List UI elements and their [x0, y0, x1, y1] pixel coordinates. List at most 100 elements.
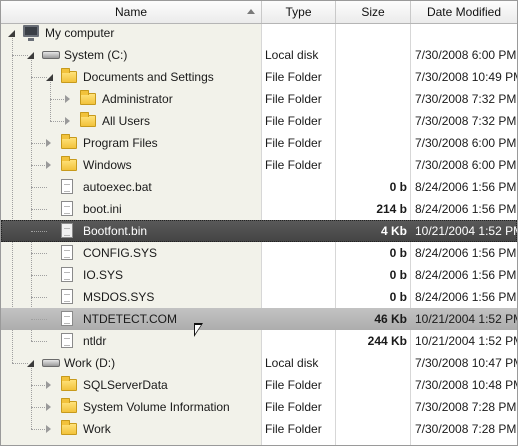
tree-row[interactable]: boot.ini 214 b 8/24/2006 1:56 PM — [1, 198, 517, 220]
item-size: 0 b — [389, 246, 407, 260]
item-name: autoexec.bat — [83, 180, 152, 194]
sort-ascending-icon — [247, 9, 255, 14]
item-type: File Folder — [265, 400, 322, 414]
item-date-modified: 8/24/2006 1:56 PM — [415, 268, 517, 282]
item-name: IO.SYS — [83, 268, 124, 282]
tree-row[interactable]: CONFIG.SYS 0 b 8/24/2006 1:56 PM — [1, 242, 517, 264]
mouse-cursor-icon — [194, 323, 203, 337]
item-size — [335, 22, 407, 44]
tree-row[interactable]: Program Files File Folder 7/30/2008 6:00 P… — [1, 132, 517, 154]
item-date-modified: 7/30/2008 6:00 PM — [415, 158, 517, 172]
tree-row[interactable]: System (C:) Local disk 7/30/2008 6:00 PM — [1, 44, 517, 66]
item-size — [335, 418, 407, 440]
item-type: File Folder — [265, 378, 322, 392]
name-cell: Documents and Settings — [1, 66, 261, 88]
item-size: 244 Kb — [367, 334, 407, 348]
item-date-modified: 8/24/2006 1:56 PM — [415, 202, 517, 216]
item-date-modified: 8/24/2006 1:56 PM — [415, 246, 517, 260]
item-type: File Folder — [265, 92, 322, 106]
item-name: CONFIG.SYS — [83, 246, 158, 260]
name-cell: boot.ini — [1, 198, 261, 220]
item-date-modified: 7/30/2008 6:00 PM — [415, 136, 517, 150]
column-header-row: Name Type Size Date Modified — [1, 1, 517, 24]
item-type — [265, 242, 335, 264]
name-cell: My computer — [1, 22, 261, 44]
item-type: File Folder — [265, 422, 322, 436]
name-column-label: Name — [114, 5, 147, 19]
name-cell: All Users — [1, 110, 261, 132]
name-cell: Bootfont.bin — [1, 220, 261, 242]
item-type: Local disk — [265, 356, 319, 370]
item-name: Work (D:) — [64, 356, 116, 370]
item-type — [265, 264, 335, 286]
item-size: 4 Kb — [380, 224, 407, 238]
tree-row[interactable]: Bootfont.bin 4 Kb 10/21/2004 1:52 PM — [1, 220, 517, 242]
item-size — [335, 154, 407, 176]
item-date-modified: 7/30/2008 10:47 PM — [415, 356, 518, 370]
tree-row[interactable]: NTDETECT.COM 46 Kb 10/21/2004 1:52 PM — [1, 308, 517, 330]
item-date-modified: 7/30/2008 10:49 PM — [415, 70, 518, 84]
item-name: boot.ini — [83, 202, 122, 216]
item-name: My computer — [45, 26, 115, 40]
tree-row[interactable]: MSDOS.SYS 0 b 8/24/2006 1:56 PM — [1, 286, 517, 308]
item-size — [335, 352, 407, 374]
item-type: File Folder — [265, 136, 322, 150]
item-name: System Volume Information — [83, 400, 230, 414]
item-name: NTDETECT.COM — [83, 312, 177, 326]
tree-row[interactable]: Work (D:) Local disk 7/30/2008 10:47 PM — [1, 352, 517, 374]
tree-row[interactable]: autoexec.bat 0 b 8/24/2006 1:56 PM — [1, 176, 517, 198]
item-type: File Folder — [265, 70, 322, 84]
item-size: 214 b — [376, 202, 407, 216]
item-name: Program Files — [83, 136, 158, 150]
tree-row[interactable]: Administrator File Folder 7/30/2008 7:32 P… — [1, 88, 517, 110]
tree-row[interactable]: ntldr 244 Kb 10/21/2004 1:52 PM — [1, 330, 517, 352]
item-size — [335, 66, 407, 88]
item-name: Windows — [83, 158, 132, 172]
name-column-header[interactable]: Name — [1, 1, 262, 23]
item-size — [335, 132, 407, 154]
name-cell: NTDETECT.COM — [1, 308, 261, 330]
tree-row[interactable]: My computer — [1, 22, 517, 44]
name-cell: System (C:) — [1, 44, 261, 66]
name-cell: Work — [1, 418, 261, 440]
item-date-modified: 10/21/2004 1:52 PM — [415, 312, 518, 326]
item-type: File Folder — [265, 114, 322, 128]
item-type: Local disk — [265, 48, 319, 62]
item-name: Documents and Settings — [83, 70, 214, 84]
item-type — [265, 220, 335, 242]
item-size — [335, 110, 407, 132]
tree-row[interactable]: Windows File Folder 7/30/2008 6:00 PM — [1, 154, 517, 176]
item-date-modified: 7/30/2008 10:48 PM — [415, 378, 518, 392]
tree-row[interactable]: Documents and Settings File Folder 7/30/20… — [1, 66, 517, 88]
item-date-modified — [415, 22, 517, 44]
type-column-header[interactable]: Type — [262, 1, 336, 23]
tree-row[interactable]: IO.SYS 0 b 8/24/2006 1:56 PM — [1, 264, 517, 286]
size-column-label: Size — [361, 5, 385, 19]
name-cell: System Volume Information — [1, 396, 261, 418]
item-name: Administrator — [102, 92, 173, 106]
item-type — [265, 176, 335, 198]
item-size: 0 b — [389, 180, 407, 194]
name-cell: autoexec.bat — [1, 176, 261, 198]
date-modified-column-header[interactable]: Date Modified — [411, 1, 517, 23]
type-column-label: Type — [285, 5, 312, 19]
tree-row[interactable]: Work File Folder 7/30/2008 7:28 PM — [1, 418, 517, 440]
item-date-modified: 7/30/2008 7:32 PM — [415, 92, 517, 106]
item-date-modified: 10/21/2004 1:52 PM — [415, 334, 518, 348]
item-size: 46 Kb — [374, 312, 407, 326]
tree-row[interactable]: All Users File Folder 7/30/2008 7:32 PM — [1, 110, 517, 132]
name-cell: CONFIG.SYS — [1, 242, 261, 264]
size-column-header[interactable]: Size — [336, 1, 411, 23]
item-size — [335, 44, 407, 66]
item-size: 0 b — [389, 268, 407, 282]
item-date-modified: 7/30/2008 6:00 PM — [415, 48, 517, 62]
tree-row[interactable]: SQLServerData File Folder 7/30/2008 10:48 … — [1, 374, 517, 396]
item-name: Work — [83, 422, 111, 436]
item-date-modified: 7/30/2008 7:28 PM — [415, 400, 517, 414]
date-modified-column-label: Date Modified — [426, 5, 502, 19]
tree-list-view[interactable]: Name Type Size Date Modified My computer… — [0, 0, 518, 446]
name-cell: ntldr — [1, 330, 261, 352]
tree-row[interactable]: System Volume Information File Folder 7/30… — [1, 396, 517, 418]
name-cell: SQLServerData — [1, 374, 261, 396]
item-size — [335, 396, 407, 418]
